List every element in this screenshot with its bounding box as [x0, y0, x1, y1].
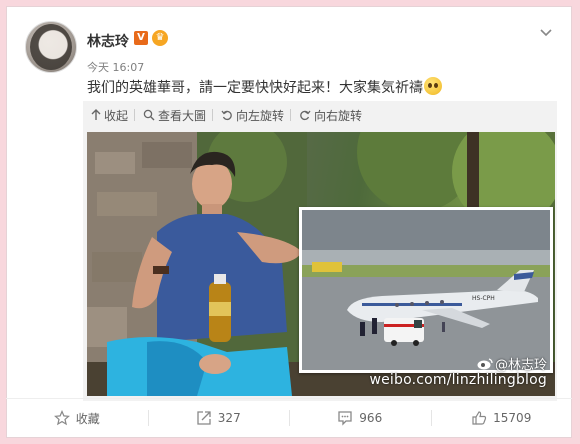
like-count: 15709: [493, 411, 532, 425]
member-crown-badge[interactable]: ♛: [152, 30, 168, 46]
post-timestamp[interactable]: 今天 16:07: [87, 59, 144, 75]
comment-button[interactable]: 966: [289, 399, 431, 437]
airplane-inset-photo: HS-CPH: [299, 207, 553, 373]
rotate-right-button[interactable]: 向右旋转: [299, 107, 362, 124]
comment-icon: [338, 411, 352, 426]
emoji-icon: [424, 77, 442, 95]
collapse-label: 收起: [104, 108, 129, 123]
username[interactable]: 林志玲: [87, 31, 129, 51]
rotate-right-label: 向右旋转: [314, 108, 363, 123]
star-icon: [53, 410, 70, 426]
favorite-label: 收藏: [75, 411, 100, 426]
favorite-button[interactable]: 收藏: [6, 399, 148, 437]
repost-count: 327: [217, 411, 241, 425]
post-text: 我们的英雄華哥，請一定要快快好起来！大家集気祈禱: [87, 77, 442, 97]
post-text-content: 我们的英雄華哥，請一定要快快好起来！大家集気祈禱: [87, 80, 423, 96]
weibo-logo-icon: [477, 358, 493, 370]
post-photo[interactable]: HS-CPH @林志玲 weibo.com/linzhilingblog: [87, 132, 555, 396]
view-large-button[interactable]: 查看大圖: [143, 107, 206, 124]
weibo-post-card: 林志玲 V ♛ 今天 16:07 我们的英雄華哥，請一定要快快好起来！大家集気祈…: [6, 6, 572, 438]
thumbs-up-icon: [472, 411, 487, 425]
like-button[interactable]: 15709: [430, 399, 573, 437]
inset-registration-text: HS-CPH: [472, 295, 495, 302]
photo-watermark-handle: @林志玲: [477, 354, 547, 373]
comment-count: 966: [359, 411, 383, 425]
collapse-button[interactable]: 收起: [91, 107, 128, 124]
media-toolbar: 收起 查看大圖 向左旋转 向右旋转: [83, 101, 557, 129]
rotate-left-label: 向左旋转: [236, 108, 285, 123]
media-panel: 收起 查看大圖 向左旋转 向右旋转 HS-CPH @林志玲 weibo.com/…: [83, 101, 557, 401]
verified-badge[interactable]: V: [134, 31, 148, 45]
rotate-left-icon: [221, 110, 232, 121]
collapse-arrow-icon: [91, 109, 101, 120]
repost-button[interactable]: 327: [147, 399, 290, 437]
photo-watermark-url: weibo.com/linzhilingblog: [369, 372, 547, 388]
share-icon: [197, 411, 211, 425]
rotate-left-button[interactable]: 向左旋转: [221, 107, 284, 124]
rotate-right-icon: [300, 110, 311, 121]
magnify-icon: [143, 109, 155, 121]
watermark-handle-text: @林志玲: [494, 358, 547, 373]
action-bar: 收藏 327 966 15709: [6, 399, 572, 437]
chevron-down-icon[interactable]: [539, 25, 553, 39]
view-large-label: 查看大圖: [158, 108, 207, 123]
avatar[interactable]: [25, 21, 77, 73]
airplane-scene: HS-CPH: [302, 210, 550, 370]
